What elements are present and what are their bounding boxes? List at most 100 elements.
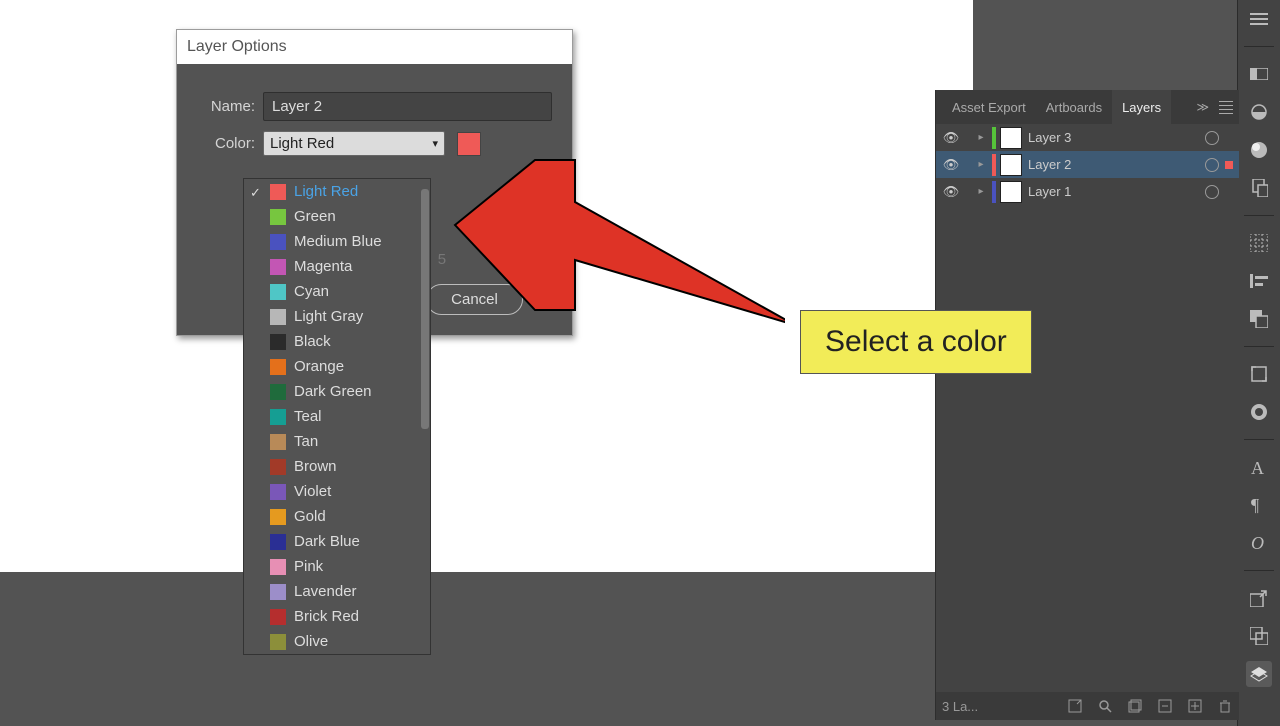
color-dropdown[interactable]: ✓ Light Red Green Medium Blue Magenta CyanLig… <box>243 178 431 655</box>
color-option-orange[interactable]: Orange <box>244 354 430 379</box>
color-option-medium-blue[interactable]: Medium Blue <box>244 229 430 254</box>
layers-icon[interactable] <box>1246 661 1272 687</box>
align-icon[interactable] <box>1246 268 1272 294</box>
gradient-icon[interactable] <box>1246 137 1272 163</box>
layer-list: 👁 ▸ Layer 3 👁 ▸ Layer 2 👁 ▸ Layer 1 <box>936 124 1239 205</box>
color-option-brown[interactable]: Brown <box>244 454 430 479</box>
cancel-button[interactable]: Cancel <box>426 284 523 315</box>
tab-layers[interactable]: Layers <box>1112 90 1171 124</box>
color-option-dark-green[interactable]: Dark Green <box>244 379 430 404</box>
trash-icon[interactable] <box>1217 698 1233 714</box>
color-option-label: Dark Blue <box>294 533 360 550</box>
grid-icon[interactable] <box>1246 230 1272 256</box>
color-option-light-gray[interactable]: Light Gray <box>244 304 430 329</box>
layer-thumbnail <box>1000 127 1022 149</box>
color-swatch-icon <box>270 309 286 325</box>
visibility-icon[interactable]: 👁 <box>942 157 960 173</box>
asset-icon[interactable] <box>1246 623 1272 649</box>
new-layer-icon[interactable] <box>1187 698 1203 714</box>
color-option-label: Gold <box>294 508 326 525</box>
color-swatch-icon <box>270 284 286 300</box>
expand-icon[interactable]: ▸ <box>974 186 988 197</box>
clip-icon[interactable] <box>1127 698 1143 714</box>
locate-icon[interactable] <box>1067 698 1083 714</box>
layer-name[interactable]: Layer 3 <box>1028 130 1199 145</box>
color-option-black[interactable]: Black <box>244 329 430 354</box>
appearance-icon[interactable] <box>1246 99 1272 125</box>
layer-color-bar <box>992 154 996 176</box>
panel-footer: 3 La... <box>936 692 1239 720</box>
layer-color-bar <box>992 181 996 203</box>
color-option-violet[interactable]: Violet <box>244 479 430 504</box>
color-select-value: Light Red <box>270 135 334 152</box>
menu-icon[interactable] <box>1246 6 1272 32</box>
layer-name[interactable]: Layer 1 <box>1028 184 1199 199</box>
color-swatch-icon <box>270 459 286 475</box>
tab-asset-export[interactable]: Asset Export <box>942 90 1036 124</box>
color-option-brick-red[interactable]: Brick Red <box>244 604 430 629</box>
layer-color-bar <box>992 127 996 149</box>
paragraph-icon[interactable]: ¶ <box>1246 492 1272 518</box>
layer-name[interactable]: Layer 2 <box>1028 157 1199 172</box>
color-option-label: Orange <box>294 358 344 375</box>
pathfinder-icon[interactable] <box>1246 306 1272 332</box>
color-option-label: Brick Red <box>294 608 359 625</box>
shape-icon[interactable] <box>1246 399 1272 425</box>
properties-icon[interactable] <box>1246 61 1272 87</box>
color-option-green[interactable]: Green <box>244 204 430 229</box>
color-option-cyan[interactable]: Cyan <box>244 279 430 304</box>
target-icon[interactable] <box>1205 131 1219 145</box>
color-select[interactable]: Light Red ▾ <box>263 131 445 156</box>
artboards-icon[interactable] <box>1246 175 1272 201</box>
color-swatch-icon <box>270 259 286 275</box>
color-swatch-icon <box>270 484 286 500</box>
color-option-label: Magenta <box>294 258 352 275</box>
color-option-lavender[interactable]: Lavender <box>244 579 430 604</box>
dropdown-scrollbar[interactable] <box>420 179 430 654</box>
color-option-light-red[interactable]: ✓ Light Red <box>244 179 430 204</box>
color-option-teal[interactable]: Teal <box>244 404 430 429</box>
collapse-icon[interactable]: ≫ <box>1196 100 1209 114</box>
right-tool-strip: A ¶ O <box>1237 0 1280 726</box>
visibility-icon[interactable]: 👁 <box>942 130 960 146</box>
color-swatch-icon <box>270 334 286 350</box>
color-option-label: Medium Blue <box>294 233 382 250</box>
color-swatch-icon <box>270 384 286 400</box>
color-option-olive[interactable]: Olive <box>244 629 430 654</box>
layer-row[interactable]: 👁 ▸ Layer 2 <box>936 151 1239 178</box>
character-icon[interactable]: A <box>1246 454 1272 480</box>
export-icon[interactable] <box>1246 585 1272 611</box>
selection-indicator <box>1225 134 1233 142</box>
panel-menu-icon[interactable] <box>1219 98 1233 117</box>
color-swatch-icon <box>270 234 286 250</box>
target-icon[interactable] <box>1205 158 1219 172</box>
color-option-label: Brown <box>294 458 337 475</box>
search-icon[interactable] <box>1097 698 1113 714</box>
name-input[interactable] <box>263 92 552 121</box>
color-swatch-icon <box>270 359 286 375</box>
color-option-label: Teal <box>294 408 322 425</box>
color-swatch[interactable] <box>457 132 481 156</box>
layer-row[interactable]: 👁 ▸ Layer 1 <box>936 178 1239 205</box>
layers-panel: Asset Export Artboards Layers ≫ 👁 ▸ Layer … <box>935 90 1239 720</box>
color-label: Color: <box>197 135 255 152</box>
new-sublayer-icon[interactable] <box>1157 698 1173 714</box>
selection-indicator <box>1225 188 1233 196</box>
expand-icon[interactable]: ▸ <box>974 159 988 170</box>
color-option-label: Light Red <box>294 183 358 200</box>
annotation-callout: Select a color <box>800 310 1032 374</box>
color-option-pink[interactable]: Pink <box>244 554 430 579</box>
layer-row[interactable]: 👁 ▸ Layer 3 <box>936 124 1239 151</box>
color-option-gold[interactable]: Gold <box>244 504 430 529</box>
expand-icon[interactable]: ▸ <box>974 132 988 143</box>
color-option-tan[interactable]: Tan <box>244 429 430 454</box>
check-icon: ✓ <box>250 185 261 201</box>
color-option-magenta[interactable]: Magenta <box>244 254 430 279</box>
target-icon[interactable] <box>1205 185 1219 199</box>
tab-artboards[interactable]: Artboards <box>1036 90 1112 124</box>
transform-icon[interactable] <box>1246 361 1272 387</box>
color-option-label: Black <box>294 333 331 350</box>
glyphs-icon[interactable]: O <box>1246 530 1272 556</box>
color-option-dark-blue[interactable]: Dark Blue <box>244 529 430 554</box>
visibility-icon[interactable]: 👁 <box>942 184 960 200</box>
